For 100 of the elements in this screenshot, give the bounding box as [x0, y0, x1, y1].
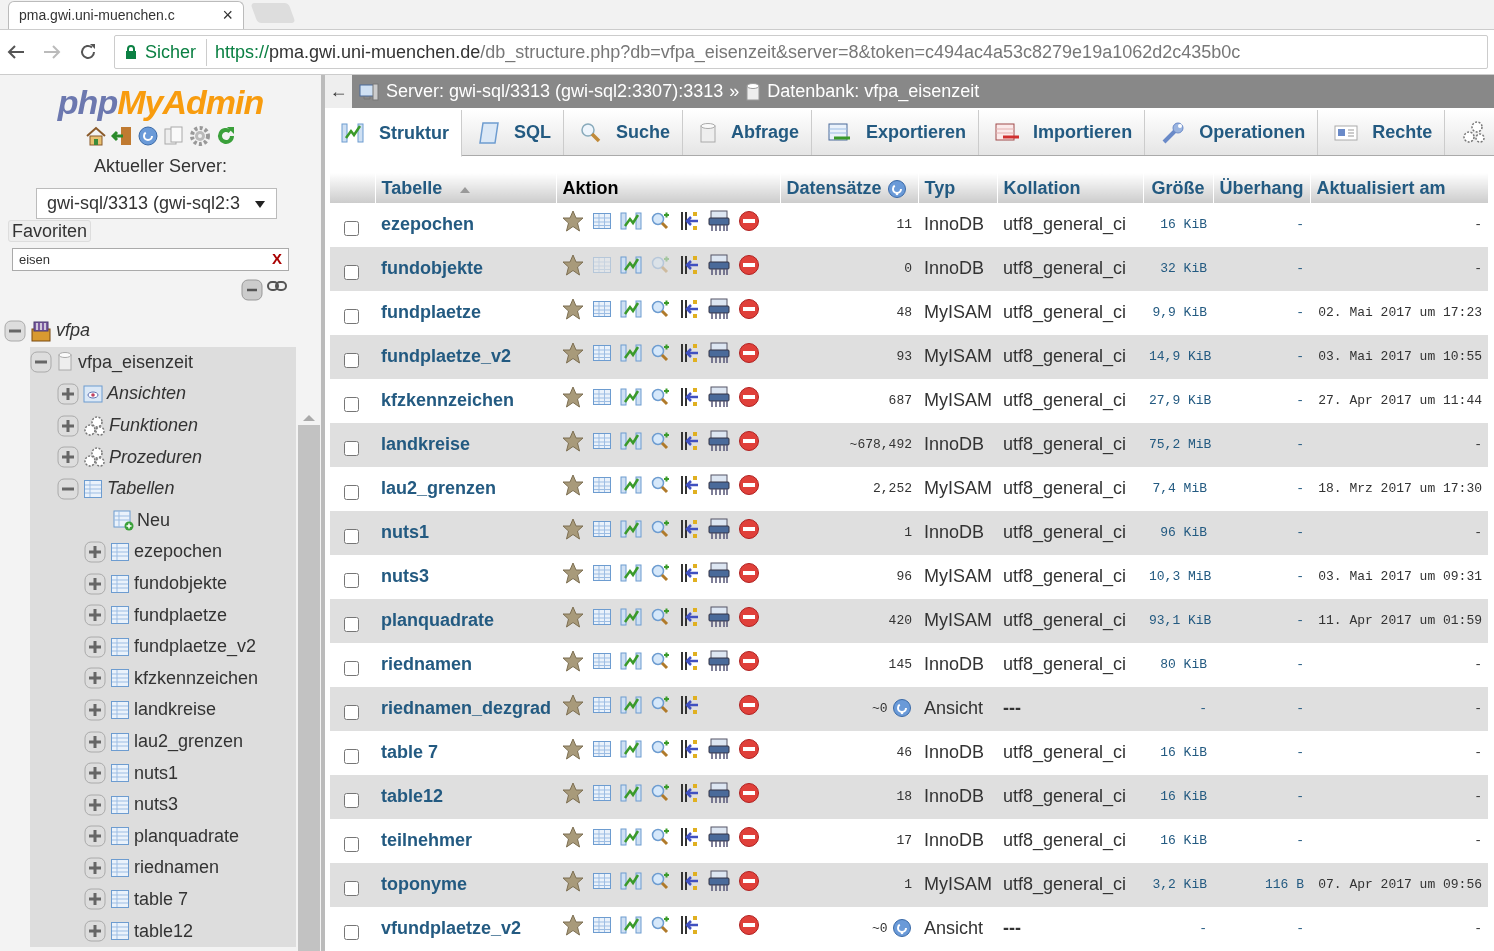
structure-icon[interactable]: [620, 255, 642, 275]
structure-icon[interactable]: [620, 475, 642, 495]
insert-icon[interactable]: [678, 210, 700, 232]
delete-icon[interactable]: [738, 474, 760, 496]
search-icon[interactable]: [650, 695, 670, 715]
search-icon[interactable]: [650, 387, 670, 407]
tab[interactable]: Exportieren: [812, 110, 980, 155]
insert-icon[interactable]: [678, 782, 700, 804]
insert-icon[interactable]: [678, 914, 700, 936]
star-icon[interactable]: [562, 518, 584, 540]
table-icon[interactable]: [592, 211, 612, 231]
expand-toggle[interactable]: [57, 383, 79, 405]
insert-icon[interactable]: [678, 694, 700, 716]
star-icon[interactable]: [562, 870, 584, 892]
shredder-icon[interactable]: [708, 650, 730, 672]
star-icon[interactable]: [562, 782, 584, 804]
table-name-link[interactable]: ezepochen: [381, 214, 475, 234]
star-icon[interactable]: [562, 562, 584, 584]
star-icon[interactable]: [562, 650, 584, 672]
shredder-icon[interactable]: [708, 210, 730, 232]
server-select[interactable]: gwi-sql/3313 (gwi-sql2:3: [36, 188, 277, 219]
shredder-icon[interactable]: [708, 254, 730, 276]
delete-icon[interactable]: [738, 782, 760, 804]
star-icon[interactable]: [562, 826, 584, 848]
tree-item[interactable]: table12: [134, 917, 194, 945]
table-icon[interactable]: [592, 343, 612, 363]
search-icon[interactable]: [650, 563, 670, 583]
table-icon[interactable]: [592, 431, 612, 451]
expand-toggle[interactable]: [84, 667, 106, 690]
row-checkbox[interactable]: [344, 925, 359, 940]
tab[interactable]: Rechte: [1318, 110, 1446, 155]
delete-icon[interactable]: [738, 650, 760, 672]
delete-icon[interactable]: [738, 210, 760, 232]
table-icon[interactable]: [592, 563, 612, 583]
table-icon[interactable]: [592, 827, 612, 847]
column-header[interactable]: Überhang: [1213, 173, 1310, 203]
star-icon[interactable]: [562, 606, 584, 628]
settings-icon[interactable]: [188, 125, 211, 147]
table-icon[interactable]: [592, 783, 612, 803]
search-icon[interactable]: [650, 827, 670, 847]
back-button[interactable]: ←: [325, 75, 352, 108]
shredder-icon[interactable]: [708, 430, 730, 452]
table-name-link[interactable]: nuts3: [381, 566, 429, 586]
shredder-icon[interactable]: [708, 342, 730, 364]
delete-icon[interactable]: [738, 606, 760, 628]
table-icon[interactable]: [592, 695, 612, 715]
tree-item[interactable]: kfzkennzeichen: [134, 664, 259, 692]
table-icon[interactable]: [592, 915, 612, 935]
search-icon[interactable]: [650, 431, 670, 451]
insert-icon[interactable]: [678, 298, 700, 320]
shredder-icon[interactable]: [708, 606, 730, 628]
link-icon[interactable]: [267, 279, 287, 293]
row-checkbox[interactable]: [344, 617, 359, 632]
tab[interactable]: Abfrage: [683, 110, 813, 155]
insert-icon[interactable]: [678, 606, 700, 628]
column-header[interactable]: Datensätze: [780, 173, 918, 203]
search-icon[interactable]: [650, 739, 670, 759]
delete-icon[interactable]: [738, 254, 760, 276]
delete-icon[interactable]: [738, 562, 760, 584]
delete-icon[interactable]: [738, 914, 760, 936]
row-checkbox[interactable]: [344, 397, 359, 412]
structure-icon[interactable]: [620, 651, 642, 671]
shredder-icon[interactable]: [708, 518, 730, 540]
tree-item[interactable]: lau2_grenzen: [134, 728, 244, 755]
expand-toggle[interactable]: [84, 920, 106, 943]
tab[interactable]: Operationen: [1145, 110, 1319, 155]
search-icon[interactable]: [650, 651, 670, 671]
table-name-link[interactable]: fundplaetze: [381, 302, 481, 322]
table-name-link[interactable]: kfzkennzeichen: [381, 390, 515, 410]
shredder-icon[interactable]: [708, 562, 730, 584]
star-icon[interactable]: [562, 474, 584, 496]
table-name-link[interactable]: teilnehmer: [381, 830, 473, 850]
structure-icon[interactable]: [620, 695, 642, 715]
search-icon[interactable]: [650, 343, 670, 363]
shredder-icon[interactable]: [708, 782, 730, 804]
tree-item[interactable]: ezepochen: [134, 538, 223, 566]
tree-item[interactable]: vfpa: [56, 317, 91, 345]
column-header[interactable]: Typ: [918, 173, 997, 203]
table-icon[interactable]: [592, 299, 612, 319]
table-icon[interactable]: [592, 475, 612, 495]
clear-button[interactable]: X: [272, 248, 282, 271]
tree-item[interactable]: Neu: [137, 506, 171, 534]
star-icon[interactable]: [562, 738, 584, 760]
table-icon[interactable]: [592, 607, 612, 627]
tree-item[interactable]: fundplaetze_v2: [134, 633, 257, 661]
table-icon[interactable]: [592, 651, 612, 671]
insert-icon[interactable]: [678, 474, 700, 496]
delete-icon[interactable]: [738, 342, 760, 364]
structure-icon[interactable]: [620, 519, 642, 539]
table-name-link[interactable]: nuts1: [381, 522, 429, 542]
help-icon[interactable]: [136, 125, 159, 147]
structure-icon[interactable]: [620, 739, 642, 759]
tree-item[interactable]: Funktionen: [109, 412, 199, 440]
star-icon[interactable]: [562, 342, 584, 364]
search-icon[interactable]: [650, 915, 670, 935]
shredder-icon[interactable]: [708, 386, 730, 408]
row-checkbox[interactable]: [344, 485, 359, 500]
structure-icon[interactable]: [620, 387, 642, 407]
expand-toggle[interactable]: [57, 446, 79, 469]
help-icon[interactable]: [892, 697, 912, 718]
